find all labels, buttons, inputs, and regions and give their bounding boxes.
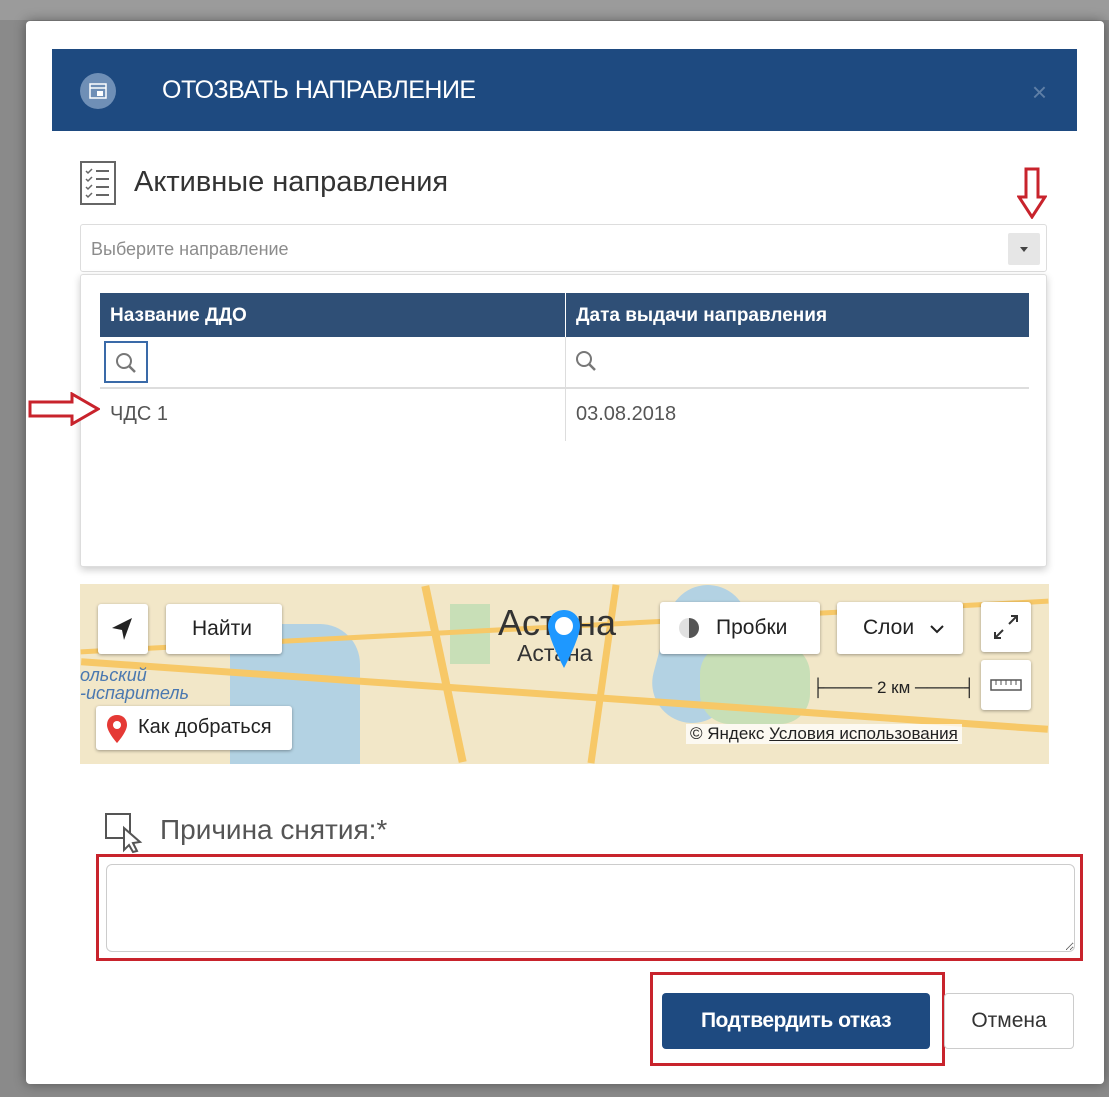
cancel-button[interactable]: Отмена xyxy=(944,993,1074,1049)
expand-icon xyxy=(994,615,1018,639)
reason-label: Причина снятия:* xyxy=(160,814,388,845)
search-filter-name[interactable] xyxy=(104,341,148,383)
route-button[interactable]: Как добраться xyxy=(96,706,292,750)
map-lake-label-line: ольский xyxy=(80,665,147,685)
cursor-select-icon xyxy=(104,812,146,859)
table-row[interactable]: ЧДС 1 03.08.2018 xyxy=(100,389,1029,441)
route-label: Как добраться xyxy=(138,716,272,738)
column-header-name[interactable]: Название ДДО xyxy=(100,293,566,337)
map[interactable]: ольский -испаритель Найти Астана Астана … xyxy=(80,584,1049,764)
location-pin-icon xyxy=(107,715,127,743)
layers-button[interactable]: Слои xyxy=(837,602,963,654)
traffic-icon xyxy=(679,618,699,638)
traffic-button[interactable]: Пробки xyxy=(660,602,820,654)
directions-grid: Название ДДО Дата выдачи направления ЧДС… xyxy=(100,293,1029,441)
geolocation-button[interactable] xyxy=(98,604,148,654)
scale-line-left: ├──── xyxy=(812,678,873,697)
annotation-arrow-down-icon xyxy=(1016,167,1048,224)
dialog-header-icon xyxy=(80,73,116,109)
map-lake-label-line: -испаритель xyxy=(80,683,189,703)
ruler-icon xyxy=(990,679,1022,691)
layers-label: Слои xyxy=(863,616,915,639)
map-lake-label: ольский -испаритель xyxy=(80,666,189,702)
direction-select-placeholder: Выберите направление xyxy=(91,239,289,259)
map-copyright: © Яндекс Условия использования xyxy=(686,724,962,744)
ruler-button[interactable] xyxy=(981,660,1031,710)
close-icon[interactable]: × xyxy=(1032,79,1047,105)
dropdown-toggle-icon[interactable] xyxy=(1008,233,1040,265)
cell-date[interactable]: 03.08.2018 xyxy=(566,389,1029,441)
cell-name[interactable]: ЧДС 1 xyxy=(100,389,566,441)
annotation-arrow-right-icon xyxy=(28,391,102,431)
confirm-button[interactable]: Подтвердить отказ xyxy=(662,993,930,1049)
chevron-down-icon xyxy=(930,625,944,634)
map-scale: ├──── 2 км ────┤ xyxy=(812,678,975,698)
column-header-date[interactable]: Дата выдачи направления xyxy=(566,293,1029,337)
search-icon xyxy=(576,351,596,371)
find-button[interactable]: Найти xyxy=(166,604,282,654)
traffic-label: Пробки xyxy=(716,616,788,639)
filter-cell-name[interactable] xyxy=(100,337,566,387)
fullscreen-button[interactable] xyxy=(981,602,1031,652)
reason-textarea[interactable] xyxy=(106,864,1075,952)
modal-dialog: ОТОЗВАТЬ НАПРАВЛЕНИЕ × Активные направле… xyxy=(26,21,1104,1084)
direction-select[interactable]: Выберите направление xyxy=(80,224,1047,272)
scale-label: 2 км xyxy=(876,678,911,697)
dialog-header: ОТОЗВАТЬ НАПРАВЛЕНИЕ × xyxy=(52,49,1077,131)
search-icon xyxy=(116,353,136,373)
background-toolbar xyxy=(0,0,1109,20)
map-copyright-text: © Яндекс xyxy=(690,724,765,743)
direction-dropdown: Название ДДО Дата выдачи направления ЧДС… xyxy=(80,274,1047,567)
filter-cell-date[interactable] xyxy=(566,337,1029,387)
map-pin-icon[interactable] xyxy=(546,608,582,675)
grid-filter-row xyxy=(100,337,1029,389)
scale-line-right: ────┤ xyxy=(915,678,976,697)
terms-link[interactable]: Условия использования xyxy=(769,724,958,743)
checklist-icon xyxy=(80,161,116,210)
section-title-active-directions: Активные направления xyxy=(134,166,449,198)
grid-header: Название ДДО Дата выдачи направления xyxy=(100,293,1029,337)
dialog-title: ОТОЗВАТЬ НАПРАВЛЕНИЕ xyxy=(162,76,476,104)
location-arrow-icon xyxy=(112,618,132,640)
